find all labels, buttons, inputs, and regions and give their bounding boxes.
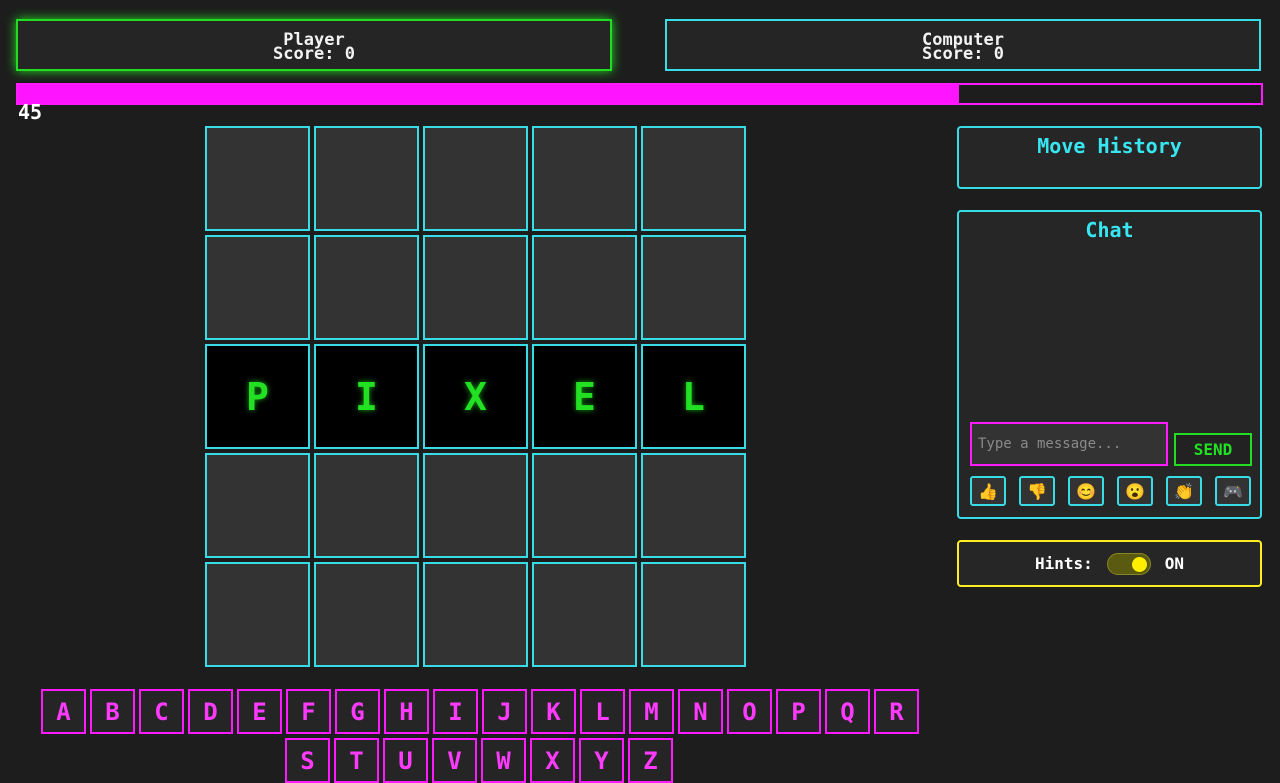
- chat-panel: Chat SEND 👍 👎 😊 😮 👏 🎮: [957, 210, 1262, 519]
- board-cell[interactable]: [205, 126, 310, 231]
- board-cell[interactable]: [532, 453, 637, 558]
- board-cell[interactable]: X: [423, 344, 528, 449]
- board-cell[interactable]: I: [314, 344, 419, 449]
- hints-state: ON: [1164, 554, 1185, 573]
- board-cell[interactable]: [641, 235, 746, 340]
- game-board: PIXEL: [205, 126, 746, 667]
- key-b[interactable]: B: [90, 689, 135, 734]
- key-k[interactable]: K: [531, 689, 576, 734]
- board-cell[interactable]: P: [205, 344, 310, 449]
- keyboard-row-1: ABCDEFGHIJKLMNOPQR: [41, 689, 919, 734]
- surprised-icon[interactable]: 😮: [1117, 476, 1153, 506]
- send-button[interactable]: SEND: [1174, 433, 1252, 466]
- board-cell[interactable]: [205, 453, 310, 558]
- board-cell[interactable]: [532, 126, 637, 231]
- key-e[interactable]: E: [237, 689, 282, 734]
- board-cell[interactable]: [423, 126, 528, 231]
- board-cell[interactable]: [314, 453, 419, 558]
- board-cell[interactable]: [205, 562, 310, 667]
- player-score-panel: Player Score: 0: [16, 19, 612, 71]
- key-x[interactable]: X: [530, 738, 575, 783]
- key-j[interactable]: J: [482, 689, 527, 734]
- smile-icon[interactable]: 😊: [1068, 476, 1104, 506]
- key-h[interactable]: H: [384, 689, 429, 734]
- key-g[interactable]: G: [335, 689, 380, 734]
- key-z[interactable]: Z: [628, 738, 673, 783]
- timer-bar: [16, 83, 1263, 105]
- chat-message-input[interactable]: [970, 422, 1168, 466]
- move-history-panel: Move History: [957, 126, 1262, 189]
- timer-value: 45: [18, 100, 43, 124]
- board-cell[interactable]: E: [532, 344, 637, 449]
- thumbs-up-icon[interactable]: 👍: [970, 476, 1006, 506]
- key-d[interactable]: D: [188, 689, 233, 734]
- board-cell[interactable]: [423, 235, 528, 340]
- toggle-knob: [1131, 556, 1147, 572]
- move-history-title: Move History: [1037, 134, 1182, 158]
- board-cell[interactable]: [532, 562, 637, 667]
- board-cell[interactable]: [314, 235, 419, 340]
- key-c[interactable]: C: [139, 689, 184, 734]
- key-u[interactable]: U: [383, 738, 428, 783]
- board-cell[interactable]: L: [641, 344, 746, 449]
- board-cell[interactable]: [423, 453, 528, 558]
- keyboard-row-2: STUVWXYZ: [285, 738, 673, 783]
- key-t[interactable]: T: [334, 738, 379, 783]
- player-score: Score: 0: [273, 44, 355, 64]
- key-s[interactable]: S: [285, 738, 330, 783]
- key-q[interactable]: Q: [825, 689, 870, 734]
- gamepad-icon[interactable]: 🎮: [1215, 476, 1251, 506]
- board-cell[interactable]: [314, 126, 419, 231]
- thumbs-down-icon[interactable]: 👎: [1019, 476, 1055, 506]
- key-a[interactable]: A: [41, 689, 86, 734]
- key-r[interactable]: R: [874, 689, 919, 734]
- board-cell[interactable]: [532, 235, 637, 340]
- hints-label: Hints:: [1034, 554, 1093, 573]
- board-cell[interactable]: [641, 453, 746, 558]
- board-cell[interactable]: [314, 562, 419, 667]
- key-f[interactable]: F: [286, 689, 331, 734]
- key-w[interactable]: W: [481, 738, 526, 783]
- key-o[interactable]: O: [727, 689, 772, 734]
- computer-score-panel: Computer Score: 0: [665, 19, 1261, 71]
- timer-fill: [18, 85, 959, 103]
- hints-toggle[interactable]: [1106, 552, 1151, 575]
- key-n[interactable]: N: [678, 689, 723, 734]
- board-cell[interactable]: [423, 562, 528, 667]
- clap-icon[interactable]: 👏: [1166, 476, 1202, 506]
- key-y[interactable]: Y: [579, 738, 624, 783]
- hints-panel: Hints: ON: [957, 540, 1262, 587]
- chat-title: Chat: [1085, 218, 1134, 242]
- key-m[interactable]: M: [629, 689, 674, 734]
- emoji-reactions: 👍 👎 😊 😮 👏 🎮: [970, 476, 1251, 506]
- key-p[interactable]: P: [776, 689, 821, 734]
- board-cell[interactable]: [205, 235, 310, 340]
- board-cell[interactable]: [641, 126, 746, 231]
- board-cell[interactable]: [641, 562, 746, 667]
- computer-score: Score: 0: [922, 44, 1004, 64]
- key-v[interactable]: V: [432, 738, 477, 783]
- key-l[interactable]: L: [580, 689, 625, 734]
- key-i[interactable]: I: [433, 689, 478, 734]
